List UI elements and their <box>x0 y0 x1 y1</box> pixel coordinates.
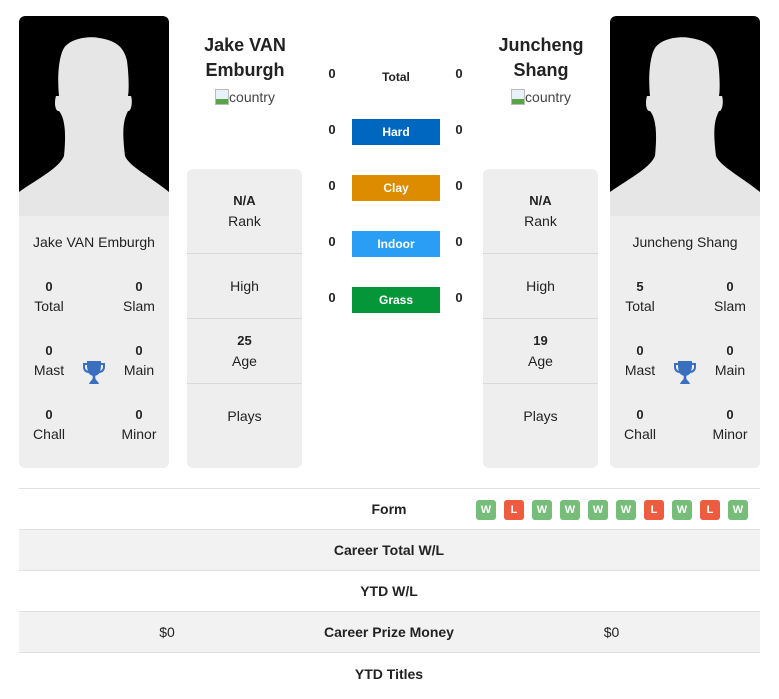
surface-h2h-table: 0 Total 0 0 Hard 0 0 Clay 0 0 Indoor 0 0… <box>320 58 470 338</box>
surface-label-indoor[interactable]: Indoor <box>352 231 440 257</box>
left-age: 25 Age <box>187 319 302 384</box>
right-player-header: Juncheng Shang country <box>466 33 616 110</box>
stats-row-ytd-wl: YTD W/L <box>19 571 760 612</box>
silhouette-icon <box>610 37 760 216</box>
left-plays: Plays <box>227 408 262 424</box>
right-age: 19 Age <box>483 319 598 384</box>
left-player-name: Jake VAN Emburgh <box>33 234 155 250</box>
right-titles-total: 5 Total <box>625 279 655 314</box>
form-badge-win[interactable]: W <box>532 500 552 520</box>
right-titles-slam: 0 Slam <box>714 279 746 314</box>
surface-row-grass: 0 Grass 0 <box>320 282 470 338</box>
right-plays: Plays <box>523 408 558 424</box>
surface-row-clay: 0 Clay 0 <box>320 170 470 226</box>
form-badge-loss[interactable]: L <box>644 500 664 520</box>
broken-image-icon <box>215 89 230 105</box>
stats-table: Form WLWWWWLWLW Career Total W/L YTD W/L… <box>19 488 760 694</box>
form-badge-win[interactable]: W <box>728 500 748 520</box>
surface-label-clay[interactable]: Clay <box>352 175 440 201</box>
left-prize-money: $0 <box>159 624 175 640</box>
left-titles-slam: 0 Slam <box>123 279 155 314</box>
form-badge-loss[interactable]: L <box>504 500 524 520</box>
silhouette-icon <box>19 37 169 216</box>
right-info-card: N/A Rank High 19 Age Plays <box>483 169 598 468</box>
left-titles-grid: 0 Total 0 Slam 0 Mast 0 Main 0 Chall 0 Minor <box>19 278 169 468</box>
right-titles-chall: 0 Chall <box>624 407 656 442</box>
right-titles-minor: 0 Minor <box>712 407 748 442</box>
left-titles-chall: 0 Chall <box>33 407 65 442</box>
form-badge-win[interactable]: W <box>672 500 692 520</box>
left-player-card: Jake VAN Emburgh 0 Total 0 Slam 0 Mast 0 Mai… <box>19 16 169 468</box>
right-player-name: Juncheng Shang <box>632 234 738 250</box>
surface-row-indoor: 0 Indoor 0 <box>320 226 470 282</box>
trophy-icon <box>674 361 696 384</box>
right-player-photo <box>610 16 760 216</box>
surface-row-total: 0 Total 0 <box>320 58 470 114</box>
surface-row-hard: 0 Hard 0 <box>320 114 470 170</box>
left-player-title[interactable]: Jake VAN Emburgh <box>170 33 320 83</box>
surface-label-hard[interactable]: Hard <box>352 119 440 145</box>
right-titles-main: 0 Main <box>714 343 746 378</box>
left-player-header: Jake VAN Emburgh country <box>170 33 320 110</box>
surface-label-grass[interactable]: Grass <box>352 287 440 313</box>
broken-image-icon <box>511 89 526 105</box>
surface-label-total: Total <box>382 70 410 84</box>
right-titles-grid: 5 Total 0 Slam 0 Mast 0 Main 0 Chall 0 Minor <box>610 278 760 468</box>
left-info-card: N/A Rank High 25 Age Plays <box>187 169 302 468</box>
form-badge-win[interactable]: W <box>476 500 496 520</box>
form-label: Form <box>371 501 407 517</box>
right-player-title[interactable]: Juncheng Shang <box>466 33 616 83</box>
left-titles-total: 0 Total <box>34 279 64 314</box>
right-player-card: Juncheng Shang 5 Total 0 Slam 0 Mast 0 Main … <box>610 16 760 468</box>
right-prize-money: $0 <box>603 624 620 640</box>
stats-row-form: Form WLWWWWLWLW <box>19 489 760 530</box>
form-badge-win[interactable]: W <box>588 500 608 520</box>
trophy-icon <box>83 361 105 384</box>
right-rank: N/A Rank <box>483 169 598 254</box>
form-badge-win[interactable]: W <box>616 500 636 520</box>
left-rank: N/A Rank <box>187 169 302 254</box>
left-titles-mast: 0 Mast <box>33 343 65 378</box>
right-form-badges: WLWWWWLWLW <box>476 500 748 520</box>
left-titles-main: 0 Main <box>123 343 155 378</box>
left-titles-minor: 0 Minor <box>121 407 157 442</box>
form-badge-win[interactable]: W <box>560 500 580 520</box>
stats-row-ytd-titles: YTD Titles <box>354 665 424 682</box>
right-country-flag: country <box>511 89 571 105</box>
left-high: High <box>187 254 302 319</box>
left-country-flag: country <box>215 89 275 105</box>
left-player-photo <box>19 16 169 216</box>
right-high: High <box>483 254 598 319</box>
right-titles-mast: 0 Mast <box>624 343 656 378</box>
form-badge-loss[interactable]: L <box>700 500 720 520</box>
stats-row-career-total-wl: Career Total W/L <box>19 530 760 571</box>
stats-row-career-prize-money: $0 Career Prize Money $0 <box>19 612 760 653</box>
